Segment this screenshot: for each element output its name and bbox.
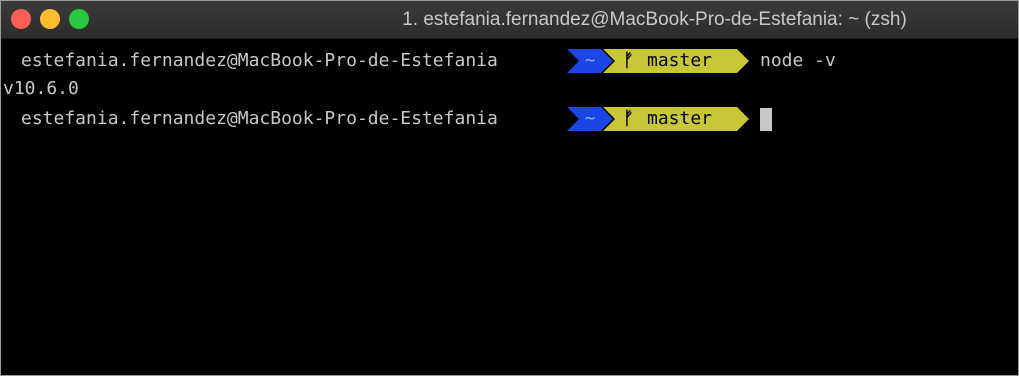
prompt-git-segment: ᚠ master	[603, 49, 749, 73]
prompt-dir: ~	[584, 50, 596, 71]
git-branch-icon: ᚠ	[623, 108, 634, 129]
terminal-output[interactable]: estefania.fernandez@MacBook-Pro-de-Estef…	[1, 39, 1018, 375]
maximize-window-button[interactable]	[69, 9, 89, 29]
output-line: v10.6.0	[1, 73, 1018, 105]
prompt-branch: master	[647, 108, 713, 129]
git-branch-icon: ᚠ	[623, 50, 634, 71]
terminal-window: 1. estefania.fernandez@MacBook-Pro-de-Es…	[0, 0, 1019, 376]
prompt-line: estefania.fernandez@MacBook-Pro-de-Estef…	[1, 103, 1018, 135]
window-title: 1. estefania.fernandez@MacBook-Pro-de-Es…	[402, 9, 907, 30]
close-window-button[interactable]	[11, 9, 31, 29]
title-bar[interactable]: 1. estefania.fernandez@MacBook-Pro-de-Es…	[1, 1, 1018, 39]
prompt-branch: master	[647, 50, 713, 71]
text-cursor	[760, 108, 772, 131]
minimize-window-button[interactable]	[40, 9, 60, 29]
prompt-dir-segment: ~	[567, 49, 613, 73]
prompt-user-host: estefania.fernandez@MacBook-Pro-de-Estef…	[21, 108, 498, 129]
prompt-git-segment: ᚠ master	[603, 107, 749, 131]
command-output: v10.6.0	[3, 78, 79, 99]
prompt-dir-segment: ~	[567, 107, 613, 131]
prompt-dir: ~	[584, 108, 596, 129]
